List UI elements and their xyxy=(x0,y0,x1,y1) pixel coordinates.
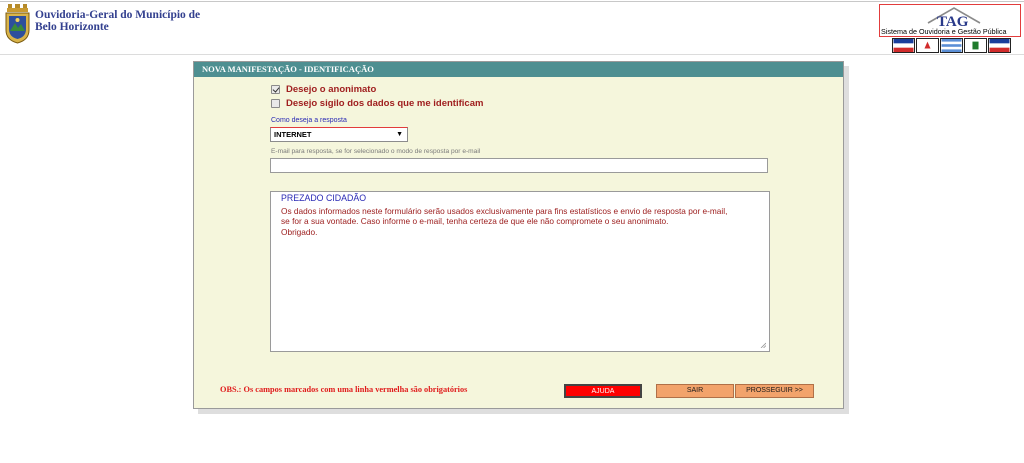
email-input[interactable] xyxy=(270,158,768,173)
notice-text: Os dados informados neste formulário ser… xyxy=(281,206,728,237)
resize-grip-icon[interactable] xyxy=(760,342,766,348)
dropdown-arrow-icon[interactable]: ▼ xyxy=(396,128,403,141)
citizen-notice-textarea[interactable]: PREZADO CIDADÃO Os dados informados nest… xyxy=(270,191,770,352)
anonymous-checkbox[interactable] xyxy=(271,85,280,94)
identification-panel: NOVA MANIFESTAÇÃO - IDENTIFICAÇÃO Desejo… xyxy=(193,61,844,409)
tag-caption: Sistema de Ouvidoria e Gestão Pública xyxy=(881,27,1007,36)
panel-title: NOVA MANIFESTAÇÃO - IDENTIFICAÇÃO xyxy=(194,62,843,77)
required-fields-note: OBS.: Os campos marcados com uma linha v… xyxy=(220,385,468,394)
anonymous-option[interactable]: Desejo o anonimato xyxy=(271,84,376,95)
email-label: E-mail para resposta, se for selecionado… xyxy=(271,148,481,155)
response-mode-select[interactable]: INTERNET ▼ xyxy=(270,127,408,142)
notice-title: PREZADO CIDADÃO xyxy=(281,193,367,203)
page: Ouvidoria-Geral do Município de Belo Hor… xyxy=(0,0,1024,463)
flag-1-icon[interactable] xyxy=(892,38,915,53)
flag-5-icon[interactable] xyxy=(988,38,1011,53)
state-flags xyxy=(892,38,1011,53)
help-button[interactable]: AJUDA xyxy=(564,384,642,398)
response-mode-value: INTERNET xyxy=(274,130,312,139)
flag-2-icon[interactable] xyxy=(916,38,939,53)
org-name-line2: Belo Horizonte xyxy=(35,21,109,33)
privacy-label[interactable]: Desejo sigilo dos dados que me identific… xyxy=(286,98,483,109)
org-name-line1: Ouvidoria-Geral do Município de xyxy=(35,9,201,21)
response-mode-label: Como deseja a resposta xyxy=(271,117,347,124)
header-divider xyxy=(0,54,1024,55)
city-crest-icon xyxy=(5,4,30,44)
top-divider xyxy=(0,1,1024,2)
organization-name: Ouvidoria-Geral do Município de Belo Hor… xyxy=(35,9,200,33)
tag-logo-icon: TAG xyxy=(927,7,981,29)
flag-3-icon[interactable] xyxy=(940,38,963,53)
tag-logo-box[interactable]: TAG Sistema de Ouvidoria e Gestão Públic… xyxy=(879,4,1021,37)
privacy-option[interactable]: Desejo sigilo dos dados que me identific… xyxy=(271,98,483,109)
anonymous-label[interactable]: Desejo o anonimato xyxy=(286,84,376,95)
exit-button[interactable]: SAIR xyxy=(656,384,734,398)
flag-4-icon[interactable] xyxy=(964,38,987,53)
proceed-button[interactable]: PROSSEGUIR >> xyxy=(735,384,814,398)
privacy-checkbox[interactable] xyxy=(271,99,280,108)
